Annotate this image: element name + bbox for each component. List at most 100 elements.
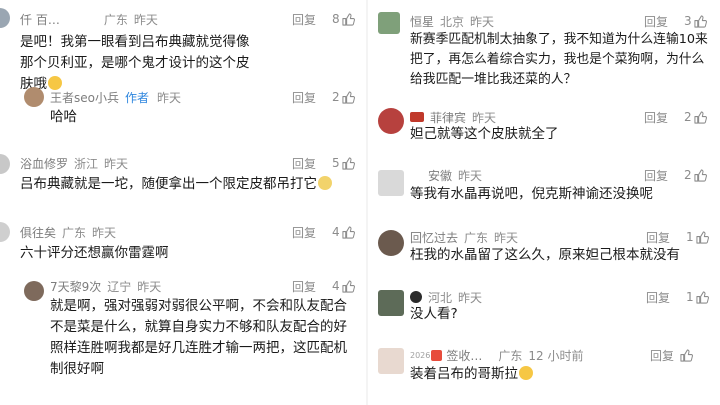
avatar[interactable]	[24, 87, 44, 107]
comment-actions: 回复	[650, 346, 694, 364]
column-divider	[366, 0, 368, 405]
comment-item: 回忆过去 广东 昨天 回复 1 枉我的水晶留了这么久，原来妲己根本就没有	[374, 224, 714, 284]
reply-button[interactable]: 回复	[646, 229, 670, 246]
reply-button[interactable]: 回复	[292, 278, 316, 295]
like-count: 2	[332, 90, 340, 104]
author-name[interactable]: 王者seo小兵	[50, 89, 119, 106]
avatar[interactable]	[378, 290, 404, 316]
avatar[interactable]	[0, 222, 10, 242]
comment-column-left: 仟 百… 广东 昨天 回复 8 是吧！我第一眼看到吕布典藏就觉得像那个贝利亚，是…	[0, 0, 362, 405]
face-icon	[519, 366, 533, 380]
avatar[interactable]	[378, 108, 404, 134]
timestamp: 昨天	[137, 279, 162, 294]
location: 河北	[428, 290, 453, 305]
location: 广东	[464, 230, 489, 245]
author-name[interactable]: 7天黎9次	[50, 278, 101, 295]
comment-text: 枉我的水晶留了这么久，原来妲己根本就没有	[410, 247, 680, 263]
location: 广东	[103, 12, 128, 27]
like-icon[interactable]	[694, 168, 707, 182]
comment-item: 安徽 昨天 回复 2 等我有水晶再说吧，倪克斯神谕还没换呢	[374, 160, 714, 224]
comment-meta: 王者seo小兵 作者 昨天	[50, 88, 181, 106]
avatar[interactable]	[0, 8, 10, 28]
reply-item: 王者seo小兵 作者 昨天 回复 2 哈哈	[0, 78, 362, 142]
reply-button[interactable]: 回复	[650, 347, 674, 364]
like-icon[interactable]	[342, 12, 355, 26]
like-icon[interactable]	[342, 225, 355, 239]
like-count: 1	[686, 230, 694, 244]
author-name[interactable]: 回忆过去	[410, 229, 458, 246]
location: 浙江	[74, 156, 99, 171]
comment-text: 没人看?	[410, 306, 458, 322]
comment-text: 妲己就等这个皮肤就全了	[410, 126, 559, 142]
like-icon[interactable]	[342, 156, 355, 170]
comment-item: 俱往矣 广东 昨天 回复 4 六十评分还想赢你雷霆啊	[0, 212, 362, 274]
comment-item: 仟 百… 广东 昨天 回复 8 是吧！我第一眼看到吕布典藏就觉得像那个贝利亚，是…	[0, 0, 362, 92]
comment-actions: 回复 5	[292, 154, 355, 172]
reply-button[interactable]: 回复	[292, 11, 316, 28]
like-icon[interactable]	[680, 348, 694, 362]
like-icon[interactable]	[694, 14, 707, 28]
comment-item: 浴血修罗 浙江 昨天 回复 5 吕布典藏就是一坨，随便拿出一个限定皮都吊打它	[0, 144, 362, 216]
location: 广东	[498, 348, 523, 363]
comment-text: 六十评分还想赢你雷霆啊	[20, 245, 169, 261]
like-count: 5	[332, 156, 340, 170]
comment-actions: 回复 1	[646, 228, 709, 246]
author-name[interactable]: 浴血修罗	[20, 155, 68, 172]
avatar[interactable]	[0, 154, 10, 174]
reply-button[interactable]: 回复	[646, 289, 670, 306]
reply-button[interactable]: 回复	[292, 224, 316, 241]
like-icon[interactable]	[696, 230, 709, 244]
comment-item: 菲律宾 昨天 回复 2 妲己就等这个皮肤就全了	[374, 100, 714, 160]
reply-button[interactable]: 回复	[644, 13, 668, 30]
location: 辽宁	[107, 279, 132, 294]
location: 广东	[62, 225, 87, 240]
timestamp: 昨天	[157, 90, 182, 105]
timestamp: 昨天	[133, 12, 158, 27]
author-name[interactable]: 仟 百…	[20, 11, 60, 28]
like-icon[interactable]	[342, 90, 355, 104]
reply-item: 7天黎9次 辽宁 昨天 回复 4 就是啊，强对强弱对弱很公平啊，不会和队友配合不…	[0, 274, 362, 405]
like-icon[interactable]	[694, 110, 707, 124]
reply-button[interactable]: 回复	[292, 89, 316, 106]
timestamp: 12 小时前	[528, 348, 584, 363]
author-name[interactable]: 恒星	[410, 13, 434, 30]
comment-text: 新赛季匹配机制太抽象了，我不知道为什么连输10来把了，再怎么着综合实力，我也是个…	[410, 32, 708, 87]
author-name[interactable]: 签收…	[446, 347, 482, 364]
comment-actions: 回复 4	[292, 223, 355, 241]
comment-text: 就是啊，强对强弱对弱很公平啊，不会和队友配合不是菜是什么，就算自身实力不够和队友…	[50, 298, 347, 377]
author-name[interactable]: 安徽	[428, 167, 452, 184]
comment-item: 恒星 北京 昨天 回复 3 新赛季匹配机制太抽象了，我不知道为什么连输10来把了…	[374, 0, 714, 96]
like-icon[interactable]	[696, 290, 709, 304]
avatar[interactable]	[378, 348, 404, 374]
avatar[interactable]	[378, 170, 404, 196]
car-icon	[410, 112, 424, 122]
like-icon[interactable]	[342, 279, 355, 293]
timestamp: 昨天	[458, 290, 483, 305]
skunk-icon	[410, 291, 422, 303]
timestamp: 昨天	[494, 230, 519, 245]
author-tag: 作者	[124, 90, 149, 105]
cat-face-icon	[318, 176, 332, 190]
like-count: 2	[684, 168, 692, 182]
comment-text: 吕布典藏就是一坨，随便拿出一个限定皮都吊打它	[20, 174, 360, 195]
reply-button[interactable]: 回复	[644, 167, 668, 184]
avatar[interactable]	[378, 12, 400, 34]
avatar[interactable]	[24, 281, 44, 301]
comment-actions: 回复 2	[644, 166, 707, 184]
reply-button[interactable]: 回复	[644, 109, 668, 126]
gift-icon	[431, 349, 443, 361]
comment-meta: 浴血修罗 浙江 昨天	[20, 154, 128, 172]
author-name[interactable]: 菲律宾	[430, 109, 466, 126]
year-badge: 2026	[410, 350, 431, 360]
comment-column-right: 恒星 北京 昨天 回复 3 新赛季匹配机制太抽象了，我不知道为什么连输10来把了…	[374, 0, 714, 405]
comment-item: 河北 昨天 回复 1 没人看?	[374, 284, 714, 342]
comment-meta: 2026 签收… 广东 12 小时前	[410, 346, 583, 364]
comment-text: 等我有水晶再说吧，倪克斯神谕还没换呢	[410, 186, 653, 202]
avatar[interactable]	[378, 230, 404, 256]
reply-button[interactable]: 回复	[292, 155, 316, 172]
author-name[interactable]: 俱往矣	[20, 224, 56, 241]
comment-actions: 回复 3	[644, 12, 707, 30]
location: 北京	[440, 14, 465, 29]
like-count: 1	[686, 290, 694, 304]
like-count: 4	[332, 279, 340, 293]
